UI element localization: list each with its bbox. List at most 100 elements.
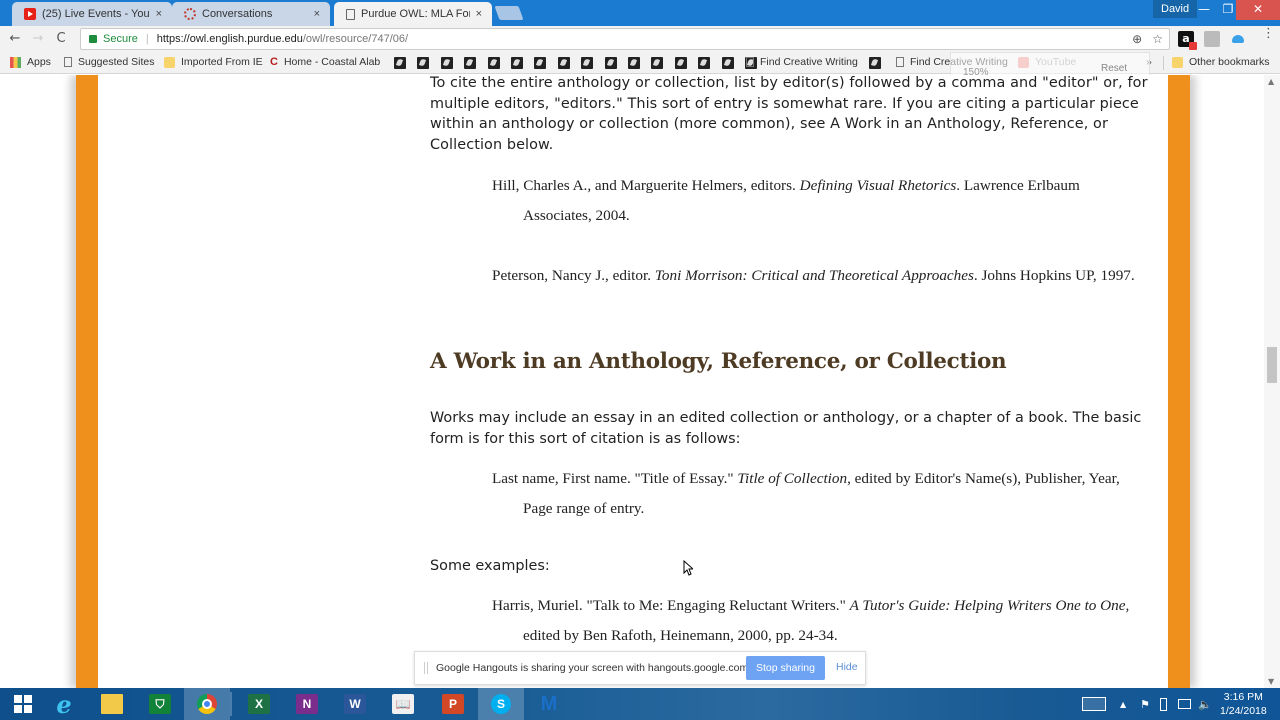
bookmark-label: Home - Coastal Alab [283, 56, 381, 68]
apps-icon [10, 56, 21, 68]
feather-bookmark-icon[interactable] [628, 57, 640, 69]
folder-icon [164, 56, 175, 68]
page-scrollbar[interactable]: ▲ ▼ [1264, 75, 1280, 688]
new-tab-button[interactable] [494, 6, 524, 20]
section-heading: A Work in an Anthology, Reference, or Co… [430, 349, 1007, 374]
lock-icon [89, 35, 97, 43]
feather-bookmark-icon[interactable] [440, 57, 453, 69]
taskbar-powerpoint[interactable]: P [430, 688, 476, 720]
url-host: https://owl.english.purdue.edu [156, 33, 303, 45]
feather-bookmark-icon[interactable] [417, 57, 430, 69]
zoom-reset-button[interactable]: Reset [1101, 63, 1127, 74]
clock-date: 1/24/2018 [1220, 705, 1267, 717]
folder-icon [1172, 56, 1183, 68]
powerpoint-icon: P [442, 694, 464, 714]
tab-youtube-live-events[interactable]: (25) Live Events - YouTu × [12, 2, 172, 26]
stop-sharing-button[interactable]: Stop sharing [746, 656, 825, 680]
amazon-extension-icon[interactable]: a [1178, 31, 1197, 50]
extension-badge [1189, 42, 1197, 50]
bookmark-other-bookmarks[interactable]: Other bookmarks [1172, 56, 1270, 68]
bookmark-imported-from-ie[interactable]: Imported From IE [164, 56, 263, 68]
tab-title: (25) Live Events - YouTu [42, 8, 150, 20]
network-icon[interactable] [1178, 688, 1191, 720]
scroll-up-arrow-icon[interactable]: ▲ [1268, 77, 1274, 86]
bookmark-star-icon[interactable]: ☆ [1152, 32, 1163, 46]
zoom-icon[interactable]: ⊕ [1132, 32, 1142, 46]
feather-bookmark-icon[interactable] [651, 57, 664, 69]
feather-bookmark-icon[interactable] [557, 57, 570, 69]
address-separator: | [145, 33, 149, 45]
taskbar-skype[interactable]: S [478, 688, 524, 720]
cloud-extension-icon[interactable] [1232, 35, 1244, 43]
feather-bookmark-icon[interactable] [534, 57, 547, 69]
hide-banner-button[interactable]: Hide [836, 661, 858, 673]
citation-example: Harris, Muriel. "Talk to Me: Engaging Re… [492, 597, 1130, 644]
skype-icon: S [491, 694, 511, 714]
close-tab-icon[interactable]: × [156, 8, 162, 20]
internet-explorer-icon: e [56, 689, 72, 719]
scroll-down-arrow-icon[interactable]: ▼ [1268, 677, 1274, 686]
citation-example: Peterson, Nancy J., editor. Toni Morriso… [492, 267, 1135, 284]
battery-icon[interactable] [1160, 688, 1167, 720]
tab-conversations[interactable]: Conversations × [172, 2, 330, 26]
close-window-button[interactable]: ✕ [1236, 0, 1280, 20]
forward-button[interactable]: → [30, 31, 46, 46]
page-icon [746, 57, 754, 67]
bookmark-label: Suggested Sites [78, 56, 155, 68]
drag-handle-icon[interactable] [424, 662, 428, 674]
browser-menu-button[interactable]: ⋮ [1262, 27, 1275, 40]
touch-keyboard-button[interactable] [1082, 688, 1106, 720]
taskbar-store[interactable]: ⛉ [137, 688, 183, 720]
browser-tab-strip: (25) Live Events - YouTu × Conversations… [0, 0, 1280, 26]
security-label: Secure [103, 33, 138, 45]
kindle-icon: 📖 [392, 694, 414, 714]
malwarebytes-icon: M [540, 692, 558, 715]
feather-bookmark-icon[interactable] [674, 57, 687, 69]
taskbar-onenote[interactable]: N [284, 688, 330, 720]
show-hidden-icons-button[interactable]: ▲ [1120, 688, 1126, 720]
onenote-icon: N [296, 694, 318, 714]
system-clock[interactable]: 3:16 PM 1/24/2018 [1220, 690, 1267, 718]
examples-label: Some examples: [430, 558, 550, 574]
scroll-thumb[interactable] [1267, 347, 1277, 384]
feather-bookmark-icon[interactable] [604, 57, 617, 69]
taskbar-internet-explorer[interactable]: e [41, 688, 87, 720]
excel-icon: X [248, 694, 270, 714]
page-viewport: To cite the entire anthology or collecti… [0, 75, 1264, 688]
bookmark-apps[interactable]: Apps [10, 56, 51, 68]
taskbar-file-explorer[interactable] [89, 688, 135, 720]
tab-title: Purdue OWL: MLA Forma [361, 8, 470, 20]
feather-bookmark-icon[interactable] [721, 57, 734, 69]
feather-bookmark-icon[interactable] [394, 57, 406, 69]
volume-icon[interactable]: 🔈 [1198, 688, 1212, 720]
close-tab-icon[interactable]: × [476, 8, 482, 20]
taskbar-chrome[interactable] [184, 688, 230, 720]
bookmark-label: Other bookmarks [1189, 56, 1270, 68]
left-accent-stripe [76, 75, 98, 688]
taskbar-word[interactable]: W [332, 688, 378, 720]
keyboard-icon [1082, 697, 1106, 711]
close-tab-icon[interactable]: × [314, 8, 320, 20]
feather-bookmark-icon[interactable] [581, 57, 594, 69]
feather-bookmark-icon[interactable] [869, 57, 881, 69]
back-button[interactable]: ← [7, 31, 23, 46]
bookmark-find-creative-writing[interactable]: Find Creative Writing [746, 56, 858, 68]
bookmark-home-coastal-alabama[interactable]: C Home - Coastal Alab [270, 56, 380, 68]
extension-icon[interactable] [1204, 31, 1220, 47]
feather-bookmark-icon[interactable] [698, 57, 711, 69]
address-bar[interactable]: Secure | https://owl.english.purdue.edu /… [80, 28, 1170, 50]
taskbar-kindle[interactable]: 📖 [380, 688, 426, 720]
bookmark-suggested-sites[interactable]: Suggested Sites [64, 56, 154, 68]
section-paragraph: Works may include an essay in an edited … [430, 410, 1142, 447]
feather-bookmark-icon[interactable] [511, 57, 523, 69]
start-button[interactable] [0, 688, 46, 720]
reload-button[interactable]: C [53, 31, 69, 46]
feather-bookmark-icon[interactable] [487, 57, 500, 69]
tab-purdue-owl[interactable]: Purdue OWL: MLA Forma × [334, 2, 492, 26]
feather-bookmark-icon[interactable] [464, 57, 477, 69]
windows-logo-icon [14, 695, 32, 713]
taskbar-excel[interactable]: X [236, 688, 282, 720]
action-center-flag-icon[interactable]: ⚑ [1140, 688, 1150, 720]
taskbar-malwarebytes[interactable]: M [526, 688, 572, 720]
screen-sharing-banner: Google Hangouts is sharing your screen w… [414, 651, 866, 685]
